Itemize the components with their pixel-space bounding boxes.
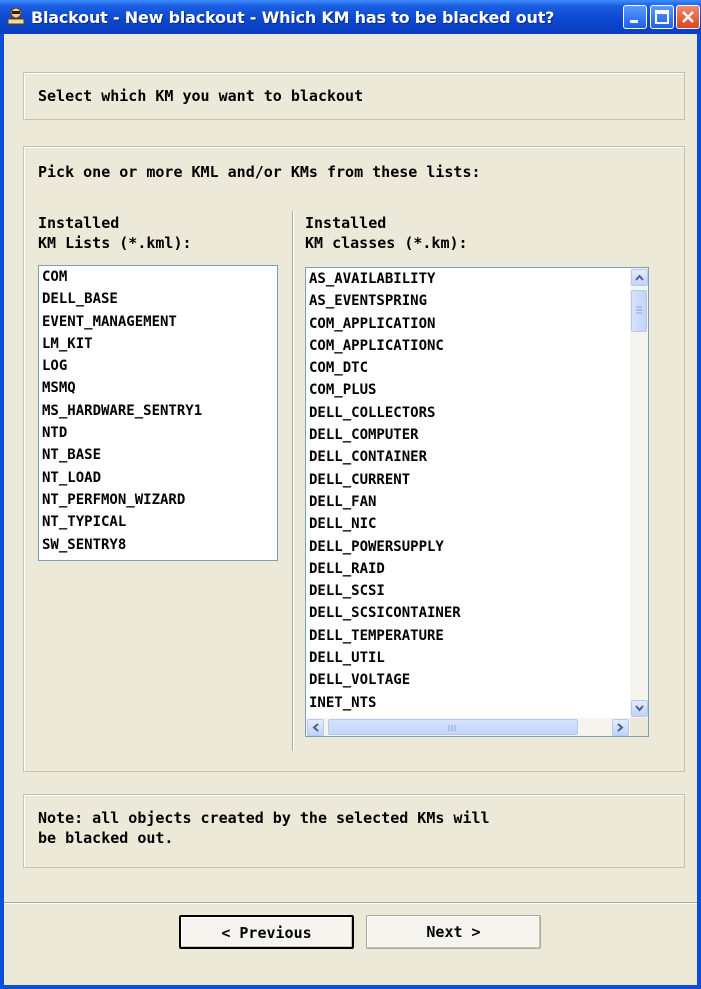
maximize-icon	[655, 10, 669, 24]
list-item[interactable]: DELL_VOLTAGE	[306, 669, 648, 691]
chevron-up-icon	[635, 274, 644, 281]
footer-divider	[4, 902, 697, 904]
km-list: AS_AVAILABILITY AS_EVENTSPRING COM_APPLICA…	[306, 268, 648, 714]
kml-listbox[interactable]: COM DELL_BASE EVENT_MANAGEMENT LM_KIT LOG MSM…	[38, 265, 278, 561]
list-item[interactable]: NT_PERFMON_WIZARD	[39, 489, 277, 511]
kml-list: COM DELL_BASE EVENT_MANAGEMENT LM_KIT LOG MSM…	[39, 266, 277, 556]
list-item[interactable]: COM	[39, 266, 277, 288]
scroll-right-button[interactable]	[612, 719, 629, 736]
list-item[interactable]: COM_APPLICATIONC	[306, 335, 648, 357]
list-item[interactable]: EVENT_MANAGEMENT	[39, 311, 277, 333]
kml-label-line1: Installed	[38, 214, 120, 232]
wizard-window: Blackout - New blackout - Which KM has t…	[0, 0, 701, 989]
scrollbar-corner	[630, 718, 648, 736]
grip-icon	[636, 306, 642, 314]
minimize-button[interactable]	[623, 5, 647, 29]
maximize-button[interactable]	[650, 5, 674, 29]
scroll-left-button[interactable]	[307, 719, 324, 736]
list-item[interactable]: SW_SENTRY8	[39, 534, 277, 556]
list-item[interactable]: COM_APPLICATION	[306, 313, 648, 335]
close-icon	[682, 11, 694, 23]
grip-icon	[448, 725, 456, 731]
minimize-icon	[630, 20, 638, 23]
list-item[interactable]: DELL_COLLECTORS	[306, 402, 648, 424]
list-item[interactable]: DELL_TEMPERATURE	[306, 625, 648, 647]
dialog-body: Select which KM you want to blackout Pic…	[4, 34, 697, 985]
kml-label-line2: KM Lists (*.kml):	[38, 234, 192, 252]
note-panel: Note: all objects created by the selecte…	[23, 794, 685, 868]
list-item[interactable]: NTD	[39, 422, 277, 444]
list-item[interactable]: LOG	[39, 355, 277, 377]
list-item[interactable]: MSMQ	[39, 377, 277, 399]
list-item[interactable]: DELL_UTIL	[306, 647, 648, 669]
km-label-line1: Installed	[305, 214, 387, 232]
list-item[interactable]: LM_KIT	[39, 333, 277, 355]
list-item[interactable]: NT_TYPICAL	[39, 511, 277, 533]
window-title: Blackout - New blackout - Which KM has t…	[31, 8, 555, 27]
chevron-down-icon	[635, 705, 644, 712]
list-item[interactable]: DELL_CURRENT	[306, 469, 648, 491]
scroll-up-button[interactable]	[631, 269, 648, 286]
chevron-left-icon	[312, 723, 319, 732]
list-item[interactable]: DELL_POWERSUPPLY	[306, 536, 648, 558]
list-item[interactable]: COM_PLUS	[306, 379, 648, 401]
list-item[interactable]: INET_NTS	[306, 692, 648, 714]
previous-button[interactable]: < Previous	[179, 915, 354, 949]
column-separator	[292, 211, 294, 751]
list-item[interactable]: COM_DTC	[306, 357, 648, 379]
list-item[interactable]: DELL_SCSI	[306, 580, 648, 602]
list-item[interactable]: AS_AVAILABILITY	[306, 268, 648, 290]
scroll-down-button[interactable]	[631, 700, 648, 717]
list-item[interactable]: NT_LOAD	[39, 467, 277, 489]
close-button[interactable]	[676, 5, 700, 29]
horizontal-scroll-thumb[interactable]	[328, 719, 578, 735]
km-vertical-scrollbar[interactable]	[630, 268, 648, 718]
instruction-panel: Select which KM you want to blackout	[23, 72, 685, 120]
km-label-line2: KM classes (*.km):	[305, 234, 468, 252]
selection-prompt: Pick one or more KML and/or KMs from the…	[38, 163, 481, 181]
vertical-scroll-thumb[interactable]	[631, 290, 647, 332]
title-bar[interactable]: Blackout - New blackout - Which KM has t…	[0, 0, 701, 34]
note-line1: Note: all objects created by the selecte…	[38, 809, 490, 827]
instruction-text: Select which KM you want to blackout	[38, 87, 364, 105]
list-item[interactable]: DELL_BASE	[39, 288, 277, 310]
note-line2: be blacked out.	[38, 829, 174, 847]
list-item[interactable]: DELL_SCSICONTAINER	[306, 602, 648, 624]
km-listbox[interactable]: AS_AVAILABILITY AS_EVENTSPRING COM_APPLICA…	[305, 267, 649, 737]
blackout-app-icon	[6, 6, 26, 26]
km-horizontal-scrollbar[interactable]	[306, 718, 630, 736]
chevron-right-icon	[617, 723, 624, 732]
list-item[interactable]: DELL_RAID	[306, 558, 648, 580]
list-item[interactable]: DELL_COMPUTER	[306, 424, 648, 446]
selection-panel: Pick one or more KML and/or KMs from the…	[23, 146, 685, 772]
next-button[interactable]: Next >	[366, 915, 541, 949]
list-item[interactable]: DELL_NIC	[306, 513, 648, 535]
list-item[interactable]: NT_BASE	[39, 444, 277, 466]
list-item[interactable]: DELL_CONTAINER	[306, 446, 648, 468]
list-item[interactable]: AS_EVENTSPRING	[306, 290, 648, 312]
list-item[interactable]: MS_HARDWARE_SENTRY1	[39, 400, 277, 422]
list-item[interactable]: DELL_FAN	[306, 491, 648, 513]
